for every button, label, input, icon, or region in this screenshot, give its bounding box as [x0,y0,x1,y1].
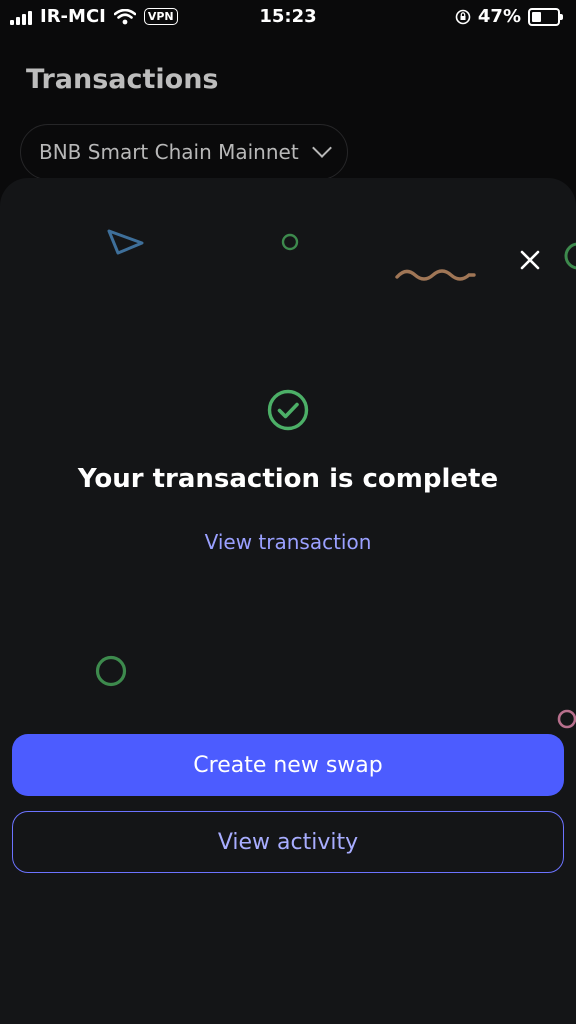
battery-icon [528,7,563,26]
circle-decoration-icon [281,233,299,251]
circle-decoration-icon [564,242,576,270]
close-button[interactable] [512,242,548,278]
create-new-swap-button[interactable]: Create new swap [12,734,564,796]
transaction-complete-sheet: Your transaction is complete View transa… [0,178,576,1024]
completion-headline: Your transaction is complete [77,464,499,494]
circle-decoration-icon [95,655,127,687]
triangle-decoration-icon [107,229,144,255]
status-right: 47% [455,6,563,27]
network-label: BNB Smart Chain Mainnet [39,140,299,164]
network-selector[interactable]: BNB Smart Chain Mainnet [20,124,348,180]
chevron-down-icon [311,138,332,158]
circle-decoration-icon [557,709,576,729]
close-icon [520,250,540,270]
rotation-lock-icon [455,9,471,24]
success-check-icon [267,389,309,431]
status-bar: IR-MCI VPN 15:23 47% [0,0,576,34]
view-transaction-link[interactable]: View transaction [0,530,576,554]
battery-fill [532,11,541,22]
page-title: Transactions [26,64,219,95]
view-activity-button[interactable]: View activity [12,811,564,873]
battery-percent: 47% [477,6,521,27]
squiggle-decoration-icon [395,269,476,281]
